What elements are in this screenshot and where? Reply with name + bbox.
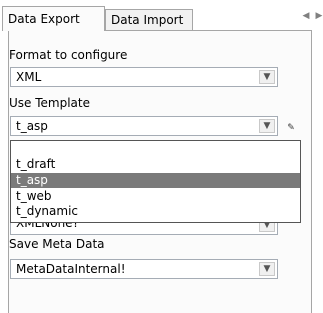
template-select[interactable]: t_asp ▼ [10,116,278,136]
format-select[interactable]: XML ▼ [10,67,278,87]
list-item[interactable]: t_web [11,189,300,204]
template-label: Use Template [9,96,90,110]
chevron-left-icon[interactable]: ◀ [300,10,312,22]
meta-value: MetaDataInternal! [16,262,126,276]
template-value: t_asp [16,119,48,133]
template-dropdown-list[interactable]: t_draft t_asp t_web t_dynamic [10,140,301,223]
list-item[interactable]: t_asp [11,173,300,188]
tab-data-import[interactable]: Data Import [105,9,193,31]
edit-template-icon[interactable]: ✎ [286,123,296,133]
chevron-right-icon[interactable]: ▶ [313,10,323,22]
list-item[interactable] [11,141,300,156]
format-value: XML [16,70,42,84]
format-label: Format to configure [9,48,128,62]
meta-select[interactable]: MetaDataInternal! ▼ [10,259,278,279]
tab-strip: Data Export Data Import ◀ ▶ [0,0,323,31]
list-item[interactable]: t_dynamic [11,204,300,219]
meta-label: Save Meta Data [9,237,105,251]
list-item[interactable]: t_draft [11,157,300,172]
tab-data-export[interactable]: Data Export [2,6,105,31]
chevron-down-icon[interactable]: ▼ [259,119,275,133]
chevron-down-icon[interactable]: ▼ [259,262,275,276]
chevron-down-icon[interactable]: ▼ [259,70,275,84]
